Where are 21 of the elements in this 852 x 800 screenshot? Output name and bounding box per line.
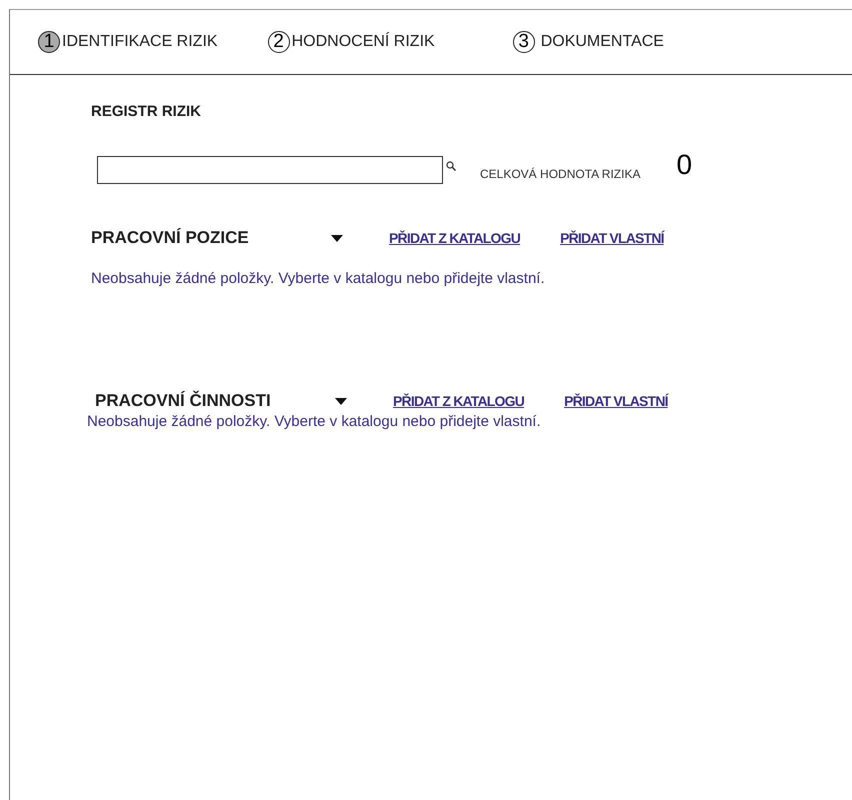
step-label[interactable]: IDENTIFIKACE RIZIK: [62, 33, 218, 51]
add-link[interactable]: PŘIDAT VLASTNÍ: [564, 393, 668, 409]
step-number[interactable]: 3: [512, 31, 535, 53]
search-field[interactable]: [97, 156, 443, 184]
empty-message: Neobsahuje žádné položky. Vyberte v katalogu nebo přidejte vlastní.: [91, 270, 546, 287]
total-value: 0: [676, 149, 692, 181]
step-label[interactable]: DOKUMENTACE: [540, 33, 664, 51]
step-label[interactable]: HODNOCENÍ RIZIK: [292, 33, 435, 51]
total-label: CELKOVÁ HODNOTA RIZIKA: [480, 167, 640, 181]
section-title: PRACOVNÍ POZICE: [91, 228, 250, 248]
section-title: PRACOVNÍ ČINNOSTI: [95, 391, 272, 411]
step-number[interactable]: 2: [268, 31, 290, 53]
search-icon[interactable]: [446, 161, 456, 171]
add-link[interactable]: PŘIDAT Z KATALOGU: [389, 230, 520, 246]
step-number[interactable]: 1: [38, 31, 60, 53]
page-title: REGISTR RIZIK: [91, 103, 202, 120]
add-link[interactable]: PŘIDAT VLASTNÍ: [560, 230, 664, 246]
dropdown-caret-icon[interactable]: [335, 398, 347, 404]
add-link[interactable]: PŘIDAT Z KATALOGU: [393, 393, 524, 409]
empty-message: Neobsahuje žádné položky. Vyberte v katalogu nebo přidejte vlastní.: [87, 413, 542, 430]
dropdown-caret-icon[interactable]: [331, 234, 343, 242]
